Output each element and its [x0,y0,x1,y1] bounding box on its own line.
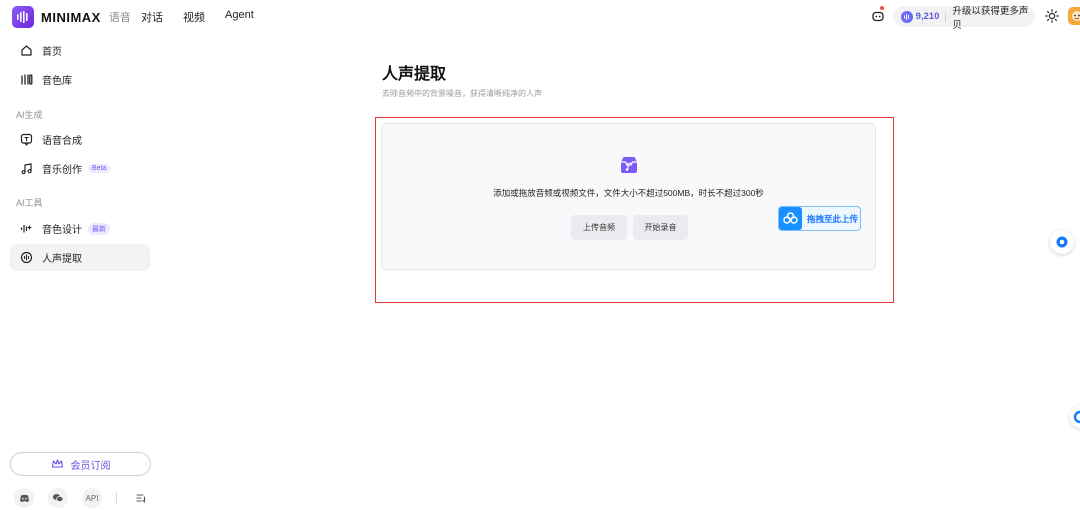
sidebar-item-voice-library[interactable]: 音色库 [10,66,150,93]
assistant-icon [1073,410,1080,424]
sidebar-item-tts[interactable]: 语音合成 [10,126,150,153]
upload-instructions: 添加或拖放音频或视频文件，文件大小不超过500MB，时长不超过300秒 [493,188,764,198]
sidebar-item-music[interactable]: 音乐创作 Beta [10,155,150,182]
chat-bubble-icon [1056,236,1068,248]
credits-pill[interactable]: 9,210 升级以获得更多声贝 [893,6,1035,31]
tts-icon [19,133,33,147]
sidebar: 首页 音色库 AI生成 语音合成 音乐创作 Beta AI工具 音色设计 最新 … [0,34,160,510]
floating-chat-button[interactable] [1050,230,1074,254]
sidebar-item-label: 音色设计 [42,225,82,236]
notification-dot [880,6,884,10]
cloud-drive-icon [779,207,802,230]
voice-library-icon [19,73,33,87]
nav-agent[interactable]: Agent [225,9,254,25]
brand-section: 语音 [108,12,131,24]
sidebar-item-label: 人声提取 [42,254,82,265]
page-subtitle: 去除音频中的背景噪音，获得清晰纯净的人声 [382,89,542,98]
sidebar-item-home[interactable]: 首页 [10,37,150,64]
home-icon [19,44,33,58]
start-recording-button[interactable]: 开始录音 [633,215,688,240]
changelog-icon[interactable] [131,488,151,508]
audio-upload-icon [621,157,637,173]
sidebar-item-vocal-extract[interactable]: 人声提取 [10,244,150,271]
api-label: API [85,493,99,503]
sidebar-item-label: 音色库 [42,76,72,87]
nav-video[interactable]: 视频 [183,9,205,25]
minimax-logo-icon [12,6,34,28]
new-badge: 最新 [88,222,110,235]
sidebar-item-label: 音乐创作 [42,165,82,176]
discord-icon[interactable] [14,488,34,508]
upload-audio-button[interactable]: 上传音频 [571,215,627,240]
robot-icon[interactable] [871,9,885,23]
sidebar-footer: API [14,488,151,508]
floating-assistant-button[interactable] [1070,406,1080,428]
brand-logo[interactable]: MINIMAX 语音 [12,6,131,28]
avatar[interactable] [1068,7,1080,25]
top-header: MINIMAX 语音 对话 视频 Agent 9,210 升级以获得更多声贝 [0,0,1080,34]
drag-hint-label: 拖拽至此上传 [807,213,859,224]
sun-icon[interactable] [1045,9,1059,23]
api-icon[interactable]: API [82,488,102,508]
beta-badge: Beta [88,164,111,173]
crown-icon [51,459,63,468]
sidebar-item-label: 首页 [42,47,62,58]
sidebar-item-voice-design[interactable]: 音色设计 最新 [10,215,150,242]
vocal-extract-icon [19,251,33,265]
credit-divider [945,11,947,22]
upgrade-link[interactable]: 升级以获得更多声贝 [952,3,1035,31]
sidebar-group-ai-tools: AI工具 [16,198,43,208]
drag-upload-hint[interactable]: 拖拽至此上传 [778,206,861,231]
nav-chat[interactable]: 对话 [141,9,163,25]
credit-coin-icon [901,10,913,23]
credit-count: 9,210 [915,11,940,22]
sidebar-group-ai-generate: AI生成 [16,110,43,120]
footer-divider [116,492,117,504]
member-subscribe-button[interactable]: 会员订阅 [10,452,151,476]
member-label: 会员订阅 [70,460,111,472]
brand-name: MINIMAX [41,9,101,25]
wechat-icon[interactable] [48,488,68,508]
page-title: 人声提取 [382,66,447,83]
music-note-icon [19,162,33,176]
top-nav: 对话 视频 Agent [141,9,254,25]
sidebar-item-label: 语音合成 [42,136,82,147]
voice-design-icon [19,222,33,236]
